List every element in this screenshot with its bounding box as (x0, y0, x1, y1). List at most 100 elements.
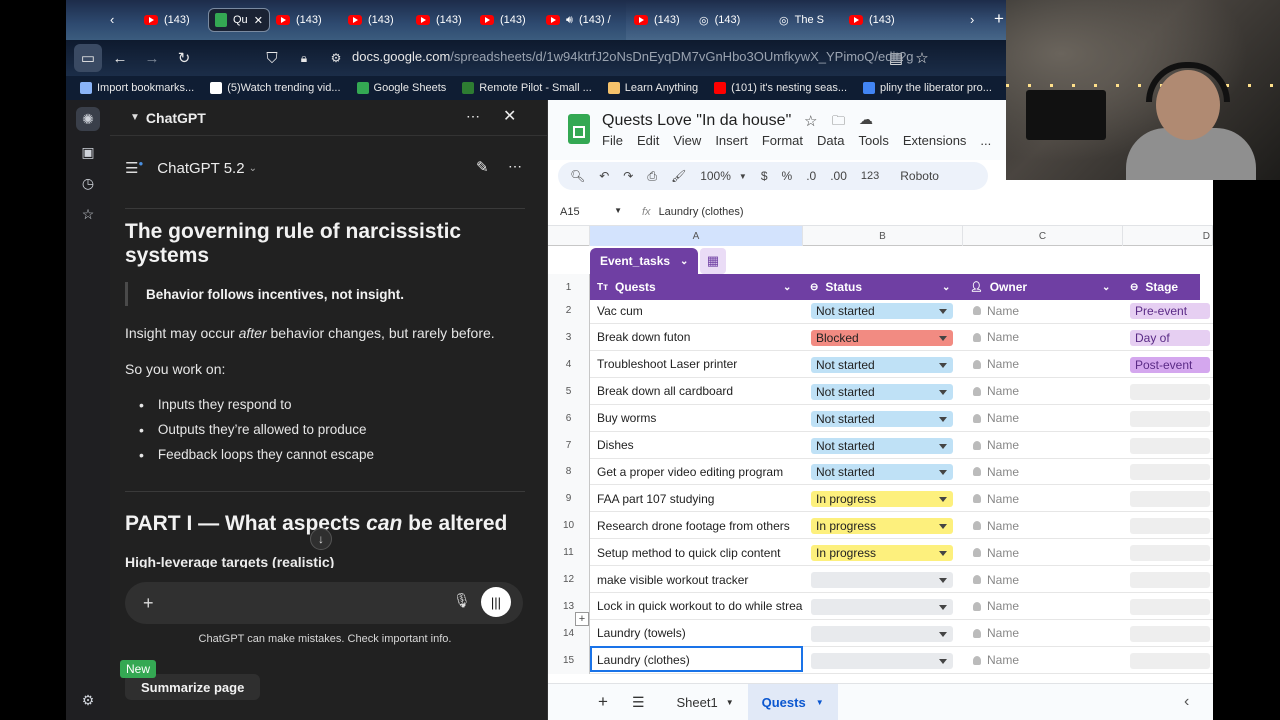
search-menus-icon[interactable]: 🔍︎ (558, 169, 592, 183)
table-name-chip[interactable]: Event_tasks ⌄ (590, 248, 699, 274)
menu-item[interactable]: Extensions (903, 133, 967, 148)
close-tab-icon[interactable]: ✕ (254, 14, 263, 27)
redo-icon[interactable]: ↷ (616, 169, 640, 183)
stage-chip[interactable] (1130, 652, 1210, 669)
percent-format-button[interactable]: % (775, 169, 800, 183)
row-number[interactable]: 8 (548, 458, 590, 486)
task-cell[interactable]: Setup method to quick clip content (597, 539, 803, 566)
status-chip[interactable]: Not started (811, 410, 953, 427)
header-status[interactable]: ⊖ Status ⌄ (810, 274, 960, 300)
header-stage[interactable]: ⊖ Stage (1130, 274, 1200, 300)
owner-cell[interactable]: Name (973, 458, 1019, 485)
status-chip[interactable] (811, 572, 953, 588)
add-attachment-icon[interactable]: + (143, 593, 154, 614)
shield-icon[interactable]: ⛉ (258, 44, 286, 72)
increase-decimal-button[interactable]: .00 (823, 169, 854, 183)
scroll-tabs-left-icon[interactable]: ‹ (1184, 693, 1189, 711)
more-options-icon[interactable]: ⋯ (466, 108, 480, 125)
add-sheet-icon[interactable]: + (598, 692, 608, 712)
owner-cell[interactable]: Name (973, 539, 1019, 566)
status-chip[interactable]: Not started (811, 303, 953, 319)
status-chip[interactable] (811, 598, 953, 615)
tab-scroll-right-icon[interactable]: › (970, 12, 974, 27)
row-number[interactable]: 7 (548, 431, 590, 459)
stage-chip[interactable] (1130, 491, 1210, 508)
header-owner[interactable]: 👤︎ Owner ⌄ (970, 274, 1120, 300)
address-bar[interactable]: docs.google.com/spreadsheets/d/1w94ktrfJ… (352, 49, 913, 64)
bookmark-item[interactable]: (101) it's nesting seas... (706, 82, 855, 94)
menu-item[interactable]: ... (980, 133, 991, 148)
cloud-status-icon[interactable]: ☁︎ (859, 111, 873, 128)
column-header-d[interactable]: D (1123, 226, 1213, 246)
status-chip[interactable]: Not started (811, 383, 953, 400)
status-chip[interactable]: Not started (811, 437, 953, 454)
settings-icon[interactable]: ⚙ (76, 688, 100, 712)
browser-tab[interactable]: (143) (849, 8, 895, 32)
task-cell[interactable]: Break down all cardboard (597, 378, 803, 405)
status-chip[interactable]: Not started (811, 356, 953, 373)
audio-icon[interactable]: 🔊︎ (566, 14, 573, 27)
star-icon[interactable]: ☆ (804, 112, 817, 130)
stage-chip[interactable] (1130, 464, 1210, 481)
decrease-decimal-button[interactable]: .0 (799, 169, 823, 183)
history-icon[interactable]: ▣ (76, 140, 100, 164)
browser-tab[interactable]: ◎ (143) (699, 8, 740, 32)
table-view-icon[interactable]: ▦ (700, 248, 726, 274)
stage-chip[interactable] (1130, 598, 1210, 615)
bookmark-item[interactable]: Import bookmarks... (72, 82, 202, 94)
status-chip[interactable]: In progress (811, 518, 953, 535)
bookmark-item[interactable]: Learn Anything (600, 82, 706, 94)
stage-chip[interactable] (1130, 625, 1210, 642)
owner-cell[interactable]: Name (973, 647, 1019, 674)
menu-item[interactable]: Insert (715, 133, 748, 148)
bookmark-item[interactable]: pliny the liberator pro... (855, 82, 1000, 94)
row-number[interactable]: 5 (548, 377, 590, 405)
browser-tab[interactable]: Qu ✕ (208, 8, 270, 32)
message-composer[interactable]: + 🎙︎ ||| (125, 582, 523, 624)
stage-chip[interactable]: Pre-event (1130, 303, 1210, 319)
status-chip[interactable]: Not started (811, 464, 953, 481)
sheets-logo-icon[interactable] (568, 114, 590, 144)
clock-icon[interactable]: ◷ (76, 171, 100, 195)
bookmark-item[interactable]: (5)Watch trending vid... (202, 82, 348, 94)
owner-cell[interactable]: Name (973, 620, 1019, 647)
model-selector[interactable]: ChatGPT 5.2 ⌄ (157, 160, 257, 177)
column-header-a[interactable]: A (590, 226, 803, 246)
owner-cell[interactable]: Name (973, 593, 1019, 620)
row-number[interactable]: 9 (548, 485, 590, 513)
owner-cell[interactable]: Name (973, 485, 1019, 512)
menu-item[interactable]: Edit (637, 133, 659, 148)
document-title[interactable]: Quests Love "In da house" (602, 112, 791, 130)
status-chip[interactable]: In progress (811, 545, 953, 562)
owner-cell[interactable]: Name (973, 300, 1019, 324)
zoom-select[interactable]: 100% ▼ (693, 169, 754, 183)
task-cell[interactable]: Get a proper video editing program (597, 458, 803, 485)
row-number[interactable]: 3 (548, 323, 590, 351)
sheet-tab-quests[interactable]: Quests ▼ (747, 683, 838, 720)
sidebar-menu-icon[interactable]: ☰● (125, 159, 143, 177)
menu-item[interactable]: Data (817, 133, 844, 148)
stage-chip[interactable] (1130, 410, 1210, 427)
bookmarks-icon[interactable]: ☆ (76, 202, 100, 226)
tab-scroll-left-icon[interactable]: ‹ (110, 12, 114, 27)
paint-format-icon[interactable]: 🖌︎ (664, 169, 693, 183)
stage-chip[interactable]: Day of (1130, 329, 1210, 346)
row-number[interactable]: 10 (548, 512, 590, 540)
row-number[interactable]: 4 (548, 350, 590, 378)
task-cell[interactable]: Break down futon (597, 324, 803, 351)
task-cell[interactable]: Laundry (clothes) (597, 647, 803, 674)
bookmark-item[interactable]: Remote Pilot - Small ... (454, 82, 599, 94)
task-cell[interactable]: Lock in quick workout to do while strea (597, 593, 803, 620)
font-select[interactable]: Roboto (886, 169, 946, 183)
row-number[interactable]: 15 (548, 646, 590, 674)
owner-cell[interactable]: Name (973, 324, 1019, 351)
owner-cell[interactable]: Name (973, 351, 1019, 378)
task-cell[interactable]: Research drone footage from others (597, 512, 803, 539)
scroll-down-icon[interactable]: ↓ (310, 528, 332, 550)
owner-cell[interactable]: Name (973, 405, 1019, 432)
owner-cell[interactable]: Name (973, 512, 1019, 539)
status-chip[interactable]: Blocked (811, 329, 953, 346)
formula-input[interactable]: Laundry (clothes) (659, 206, 744, 218)
stage-chip[interactable] (1130, 383, 1210, 400)
all-sheets-icon[interactable]: ☰ (632, 694, 645, 711)
